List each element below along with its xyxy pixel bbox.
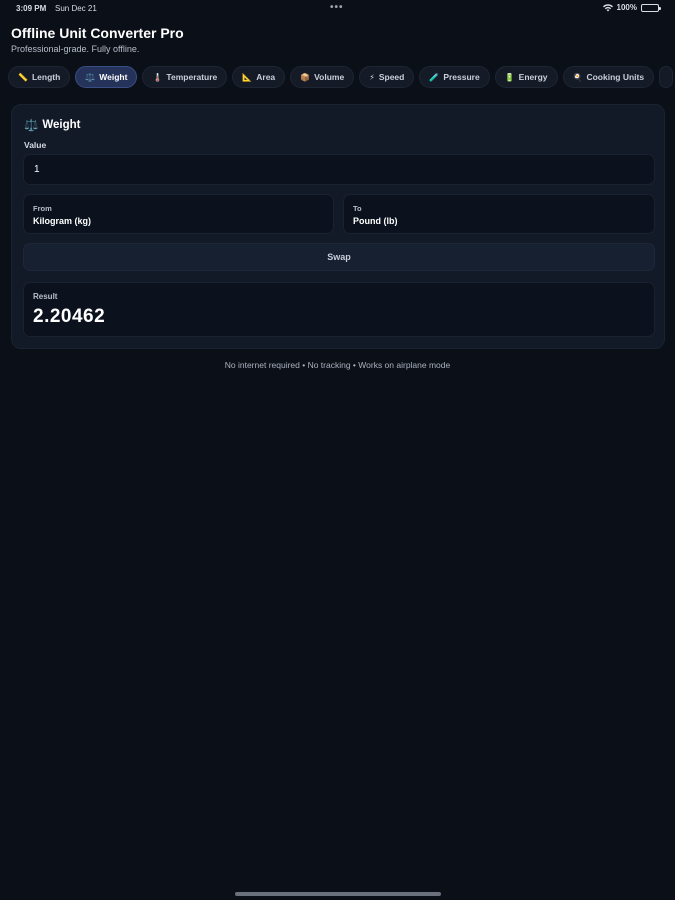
tab-label: Pressure <box>443 72 480 82</box>
tab-weight[interactable]: ⚖️ Weight <box>75 66 138 88</box>
tab-label: Length <box>31 72 61 82</box>
tab-label: Temperature <box>166 72 218 82</box>
tab-energy[interactable]: 🔋 Energy <box>494 66 558 88</box>
from-unit-select[interactable]: From Kilogram (kg) <box>23 194 334 234</box>
result-value: 2.20462 <box>33 306 106 327</box>
value-input[interactable] <box>23 154 655 185</box>
to-label: To <box>353 204 362 213</box>
battery-percent: 100% <box>616 3 637 12</box>
tab-volume[interactable]: 📦 Volume <box>290 66 355 88</box>
multitasking-dots-icon[interactable]: ••• <box>330 2 344 13</box>
tab-label: Area <box>256 72 276 82</box>
converter-title-text: Weight <box>42 119 81 131</box>
test-tube-icon: 🧪 <box>429 72 440 82</box>
scale-icon: ⚖️ <box>24 120 39 132</box>
from-label: From <box>33 204 52 213</box>
swap-button[interactable]: Swap <box>23 243 655 271</box>
result-box: Result 2.20462 <box>23 282 655 337</box>
box-icon: 📦 <box>300 72 311 82</box>
converter-card: ⚖️ Weight Value From Kilogram (kg) To Po… <box>11 104 665 349</box>
tab-cooking-units[interactable]: 🍳 Cooking Units <box>562 66 655 88</box>
category-tabs: 📏 Length ⚖️ Weight 🌡️ Temperature 📐 Area… <box>8 66 675 88</box>
scale-icon: ⚖️ <box>85 72 96 82</box>
app-subtitle: Professional-grade. Fully offline. <box>11 44 140 54</box>
tab-pressure[interactable]: 🧪 Pressure <box>419 66 490 88</box>
value-label: Value <box>24 140 47 150</box>
tab-label: Energy <box>518 72 548 82</box>
converter-title: ⚖️ Weight <box>24 118 80 132</box>
status-bar: 3:09 PM Sun Dec 21 ••• 100% <box>0 0 675 16</box>
battery-icon: 🔋 <box>504 72 515 82</box>
tab-label: Volume <box>314 72 345 82</box>
tab-area[interactable]: 📐 Area <box>232 66 286 88</box>
frying-pan-icon: 🍳 <box>572 72 583 82</box>
result-label: Result <box>33 292 58 301</box>
battery-icon <box>641 3 661 12</box>
thermometer-icon: 🌡️ <box>152 72 163 82</box>
to-unit-select[interactable]: To Pound (lb) <box>343 194 655 234</box>
footer-note: No internet required • No tracking • Wor… <box>224 360 451 370</box>
status-right: 100% <box>602 3 661 12</box>
tab-label: Speed <box>378 72 405 82</box>
tab-label: Cooking Units <box>586 72 645 82</box>
to-value: Pound (lb) <box>353 216 398 226</box>
wifi-icon <box>602 3 613 11</box>
status-date: Sun Dec 21 <box>55 4 97 13</box>
triangle-ruler-icon: 📐 <box>242 72 253 82</box>
app-title: Offline Unit Converter Pro <box>11 25 184 41</box>
status-time: 3:09 PM <box>16 4 47 13</box>
tab-label: Weight <box>99 72 128 82</box>
tab-overflow[interactable] <box>659 66 674 88</box>
from-value: Kilogram (kg) <box>33 216 92 226</box>
home-indicator[interactable] <box>235 892 441 896</box>
lightning-icon: ⚡ <box>369 72 375 82</box>
tab-length[interactable]: 📏 Length <box>8 66 71 88</box>
ruler-icon: 📏 <box>18 72 28 82</box>
tab-temperature[interactable]: 🌡️ Temperature <box>142 66 228 88</box>
tab-speed[interactable]: ⚡ Speed <box>359 66 415 88</box>
